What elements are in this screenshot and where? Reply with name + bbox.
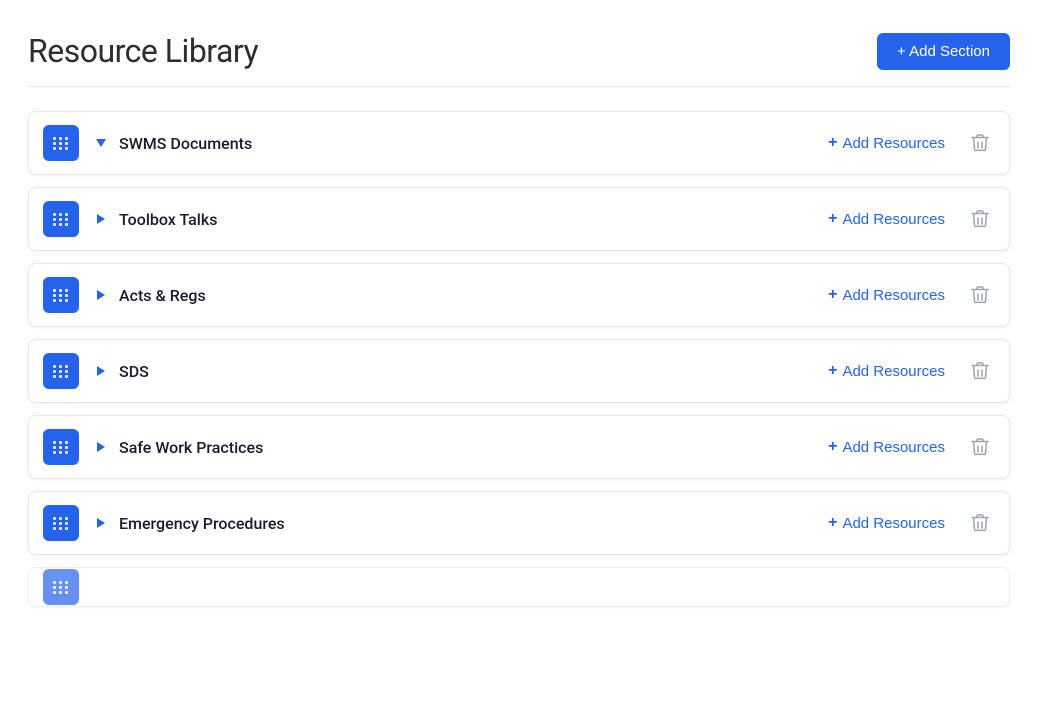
add-resources-button-swms-documents[interactable]: + Add Resources xyxy=(820,128,953,158)
drag-handle-sds[interactable] xyxy=(43,353,79,389)
section-actions-emergency-procedures: + Add Resources xyxy=(820,507,995,539)
section-name-emergency-procedures: Emergency Procedures xyxy=(119,514,820,533)
section-row: Toolbox Talks + Add Resources xyxy=(28,187,1010,251)
section-row xyxy=(28,567,1010,607)
trash-icon xyxy=(971,285,989,305)
trash-icon xyxy=(971,361,989,381)
chevron-right-icon xyxy=(97,518,105,528)
chevron-button-emergency-procedures[interactable] xyxy=(89,511,113,535)
plus-icon: + xyxy=(828,438,837,456)
section-actions-sds: + Add Resources xyxy=(820,355,995,387)
add-resources-label: Add Resources xyxy=(842,515,945,532)
delete-button-sds[interactable] xyxy=(965,355,995,387)
trash-icon xyxy=(971,209,989,229)
drag-handle[interactable] xyxy=(43,569,79,605)
chevron-button-acts-regs[interactable] xyxy=(89,283,113,307)
add-resources-button-toolbox-talks[interactable]: + Add Resources xyxy=(820,204,953,234)
add-resources-button-sds[interactable]: + Add Resources xyxy=(820,356,953,386)
add-resources-button-emergency-procedures[interactable]: + Add Resources xyxy=(820,508,953,538)
delete-button-toolbox-talks[interactable] xyxy=(965,203,995,235)
section-row: SWMS Documents + Add Resources xyxy=(28,111,1010,175)
drag-handle-icon xyxy=(53,365,69,378)
section-actions-swms-documents: + Add Resources xyxy=(820,127,995,159)
add-resources-label: Add Resources xyxy=(842,135,945,152)
chevron-right-icon xyxy=(97,366,105,376)
chevron-button-sds[interactable] xyxy=(89,359,113,383)
chevron-right-icon xyxy=(97,290,105,300)
delete-button-acts-regs[interactable] xyxy=(965,279,995,311)
drag-handle-icon xyxy=(53,441,69,454)
section-row: Emergency Procedures + Add Resources xyxy=(28,491,1010,555)
section-actions-acts-regs: + Add Resources xyxy=(820,279,995,311)
drag-handle-icon xyxy=(53,289,69,302)
trash-icon xyxy=(971,133,989,153)
add-resources-button-safe-work-practices[interactable]: + Add Resources xyxy=(820,432,953,462)
drag-handle-icon xyxy=(53,137,69,150)
section-name-toolbox-talks: Toolbox Talks xyxy=(119,210,820,229)
section-row: Safe Work Practices + Add Resources xyxy=(28,415,1010,479)
add-resources-button-acts-regs[interactable]: + Add Resources xyxy=(820,280,953,310)
chevron-down-icon xyxy=(96,139,106,147)
chevron-button-safe-work-practices[interactable] xyxy=(89,435,113,459)
trash-icon xyxy=(971,437,989,457)
plus-icon: + xyxy=(828,210,837,228)
drag-handle-safe-work-practices[interactable] xyxy=(43,429,79,465)
page-container: Resource Library + Add Section SWMS Docu… xyxy=(0,0,1038,708)
delete-button-swms-documents[interactable] xyxy=(965,127,995,159)
section-name-acts-regs: Acts & Regs xyxy=(119,286,820,305)
page-title: Resource Library xyxy=(28,32,258,70)
add-resources-label: Add Resources xyxy=(842,363,945,380)
section-name-safe-work-practices: Safe Work Practices xyxy=(119,438,820,457)
section-name-swms-documents: SWMS Documents xyxy=(119,134,820,153)
plus-icon: + xyxy=(828,286,837,304)
drag-handle-toolbox-talks[interactable] xyxy=(43,201,79,237)
sections-list: SWMS Documents + Add Resources Toolbox T… xyxy=(28,111,1010,607)
add-resources-label: Add Resources xyxy=(842,287,945,304)
chevron-right-icon xyxy=(97,214,105,224)
chevron-button-toolbox-talks[interactable] xyxy=(89,207,113,231)
section-actions-toolbox-talks: + Add Resources xyxy=(820,203,995,235)
section-row: SDS + Add Resources xyxy=(28,339,1010,403)
chevron-right-icon xyxy=(97,442,105,452)
add-resources-label: Add Resources xyxy=(842,439,945,456)
delete-button-safe-work-practices[interactable] xyxy=(965,431,995,463)
drag-handle-icon xyxy=(53,581,69,594)
drag-handle-swms-documents[interactable] xyxy=(43,125,79,161)
add-section-button[interactable]: + Add Section xyxy=(877,33,1010,70)
section-name-sds: SDS xyxy=(119,362,820,381)
section-actions-safe-work-practices: + Add Resources xyxy=(820,431,995,463)
page-header: Resource Library + Add Section xyxy=(28,32,1010,87)
section-row: Acts & Regs + Add Resources xyxy=(28,263,1010,327)
add-resources-label: Add Resources xyxy=(842,211,945,228)
plus-icon: + xyxy=(828,514,837,532)
trash-icon xyxy=(971,513,989,533)
chevron-button-swms-documents[interactable] xyxy=(89,131,113,155)
drag-handle-acts-regs[interactable] xyxy=(43,277,79,313)
delete-button-emergency-procedures[interactable] xyxy=(965,507,995,539)
drag-handle-icon xyxy=(53,517,69,530)
drag-handle-emergency-procedures[interactable] xyxy=(43,505,79,541)
plus-icon: + xyxy=(828,362,837,380)
drag-handle-icon xyxy=(53,213,69,226)
plus-icon: + xyxy=(828,134,837,152)
